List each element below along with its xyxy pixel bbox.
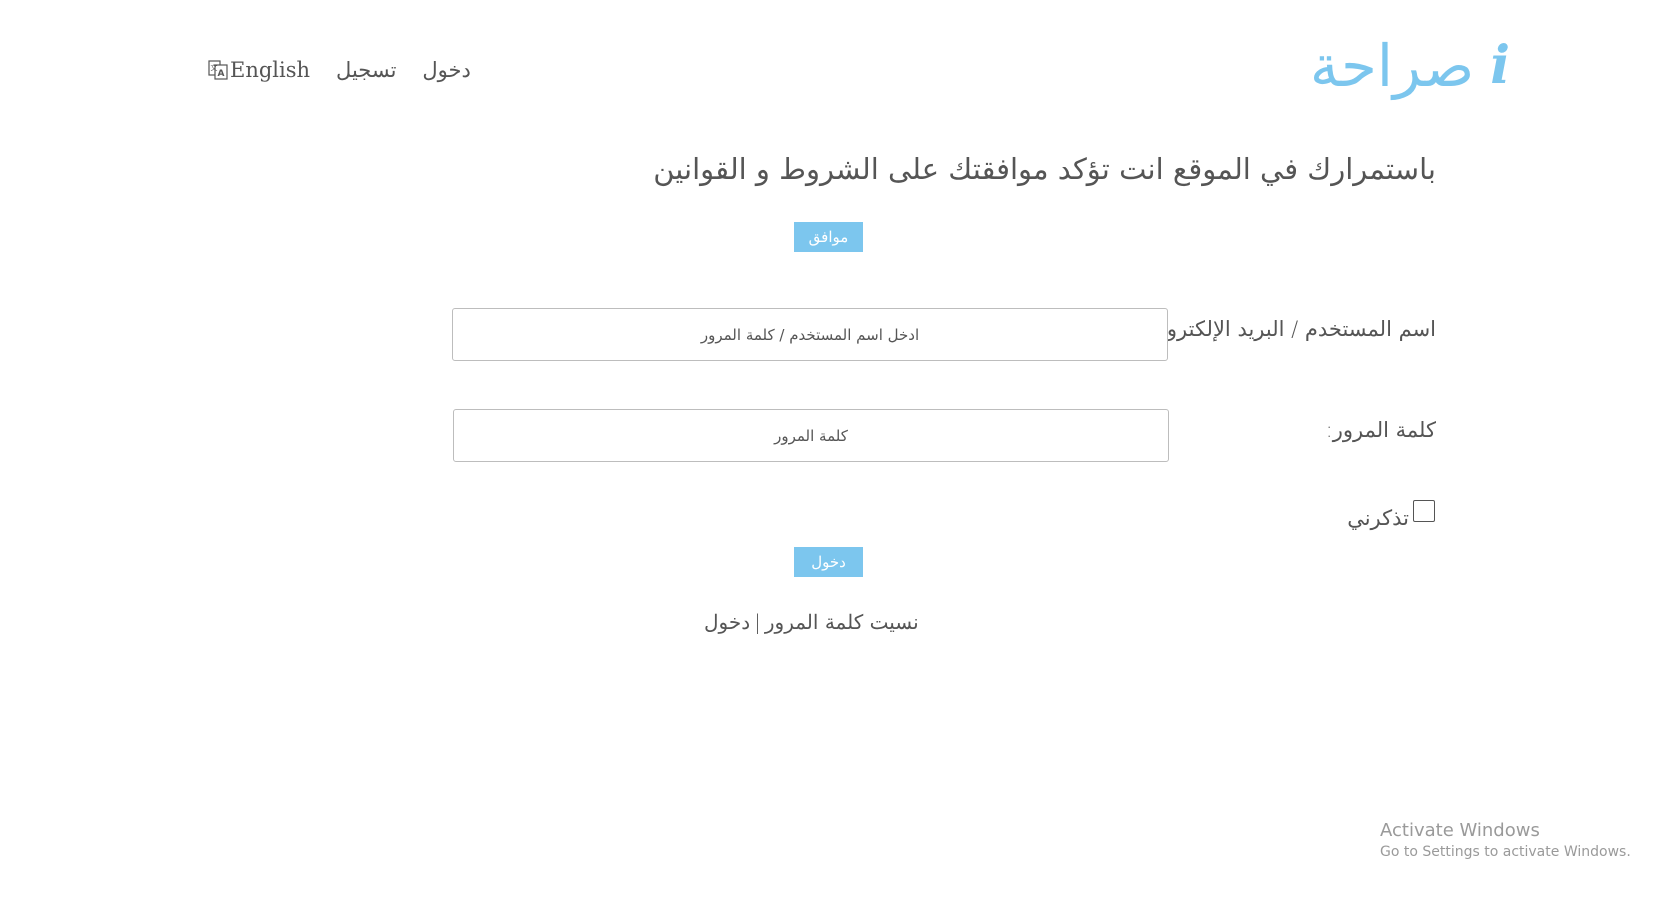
windows-activation-watermark: Activate Windows Go to Settings to activ…: [1380, 820, 1631, 860]
top-nav: A 文 English تسجيل دخول: [208, 58, 471, 82]
forgot-password-link[interactable]: نسيت كلمة المرور: [765, 610, 919, 634]
svg-text:文: 文: [211, 63, 218, 72]
page: i صراحة A 文 English تسجيل دخول باستمرارك…: [0, 0, 1678, 906]
logo-i-icon: i: [1490, 35, 1510, 96]
username-label: اسم المستخدم / البريد الإلكتروني:: [1136, 317, 1436, 341]
register-link[interactable]: تسجيل: [336, 58, 396, 82]
password-label: كلمة المرور:: [1325, 418, 1436, 442]
terms-notice: باستمرارك في الموقع انت تؤكد موافقتك على…: [653, 152, 1436, 186]
link-separator: |: [754, 610, 761, 634]
agree-button[interactable]: موافق: [794, 222, 863, 252]
language-switch-link[interactable]: A 文 English: [208, 58, 310, 82]
language-icon: A 文: [208, 60, 228, 80]
watermark-subtitle: Go to Settings to activate Windows.: [1380, 844, 1631, 860]
svg-text:A: A: [218, 69, 225, 79]
remember-me: تذكرني: [1347, 500, 1435, 530]
username-input[interactable]: [452, 308, 1168, 361]
remember-checkbox[interactable]: [1413, 500, 1435, 522]
logo-text: صراحة: [1309, 32, 1475, 100]
login-link[interactable]: دخول: [704, 610, 750, 634]
language-label: English: [230, 58, 311, 82]
site-logo[interactable]: i صراحة: [1300, 30, 1510, 102]
password-input[interactable]: [453, 409, 1169, 462]
remember-label[interactable]: تذكرني: [1347, 506, 1409, 530]
login-button[interactable]: دخول: [794, 547, 863, 577]
login-nav-link[interactable]: دخول: [422, 58, 470, 82]
bottom-links: نسيت كلمة المرور | دخول: [704, 610, 919, 634]
watermark-title: Activate Windows: [1380, 820, 1540, 841]
